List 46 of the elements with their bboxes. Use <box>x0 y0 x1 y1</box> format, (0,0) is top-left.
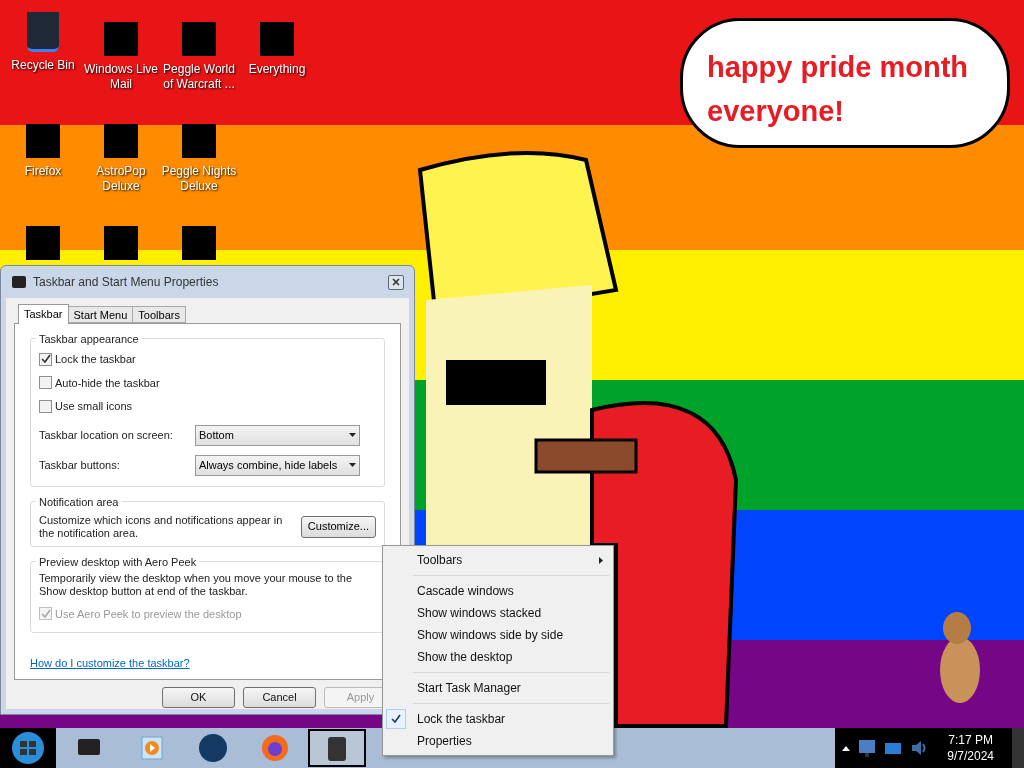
description-text: Customize which icons and notifications appear in the notification area. <box>39 513 284 540</box>
field-label: Taskbar location on screen: <box>39 427 174 443</box>
dropdown[interactable]: Bottom <box>195 424 360 446</box>
close-icon <box>392 278 400 286</box>
tab[interactable]: Toolbars <box>133 306 186 323</box>
dropdown-arrow-icon <box>349 433 356 437</box>
bin-icon[interactable] <box>27 12 59 52</box>
tab[interactable]: Start Menu <box>68 306 134 323</box>
close-button[interactable] <box>388 274 404 290</box>
icon-label[interactable]: Everything <box>248 62 306 77</box>
window-icon[interactable] <box>883 740 904 756</box>
dialog-button[interactable]: OK <box>162 687 235 708</box>
icon-label[interactable]: Recycle Bin <box>11 58 75 73</box>
checkbox-label: Auto-hide the taskbar <box>55 375 160 391</box>
menu-item[interactable]: Cascade windows <box>383 580 613 602</box>
description-text: Temporarily view the desktop when you move your mouse to the Show desktop button at end of the taskbar. <box>39 571 354 598</box>
menu-item[interactable]: Lock the taskbar <box>383 708 613 730</box>
dialog-button[interactable]: Cancel <box>243 687 316 708</box>
checkbox[interactable] <box>39 352 52 366</box>
show-hidden-icons-icon[interactable] <box>841 744 852 752</box>
field-label: Taskbar buttons: <box>39 457 121 473</box>
taskbar-icon <box>11 275 27 289</box>
window-title: Taskbar and Start Menu Properties <box>33 274 219 291</box>
submenu-arrow-icon <box>599 556 603 564</box>
menu-item[interactable]: Show windows side by side <box>383 624 613 646</box>
checkbox[interactable] <box>39 376 52 390</box>
checkbox-label: Use Aero Peek to preview the desktop <box>55 606 242 622</box>
taskbar-button[interactable] <box>308 729 366 767</box>
dropdown-arrow-icon <box>349 463 356 467</box>
checkbox-label: Lock the taskbar <box>55 352 136 367</box>
tab[interactable]: Taskbar <box>18 304 69 324</box>
menu-item[interactable]: Toolbars <box>383 549 613 571</box>
icon-label[interactable]: Peggle World of Warcraft ... <box>160 62 238 92</box>
checkbox-label: Use small icons <box>55 399 133 414</box>
customize-button[interactable]: Customize... <box>300 515 376 538</box>
icon-label[interactable]: Windows Live Mail <box>82 62 160 92</box>
start-button[interactable] <box>0 728 56 768</box>
help-link[interactable]: How do I customize the taskbar? <box>30 655 190 672</box>
menu-item[interactable]: Properties <box>383 730 613 752</box>
dropdown[interactable]: Always combine, hide labels <box>195 454 360 476</box>
windows-orb-icon <box>11 731 45 765</box>
speech-bubble-text: happy pride month everyone! <box>707 50 969 129</box>
menu-item[interactable]: Show the desktop <box>383 646 613 668</box>
menu-item[interactable]: Show windows stacked <box>383 602 613 624</box>
checkbox[interactable] <box>39 399 52 413</box>
monitor-icon[interactable] <box>857 737 878 759</box>
